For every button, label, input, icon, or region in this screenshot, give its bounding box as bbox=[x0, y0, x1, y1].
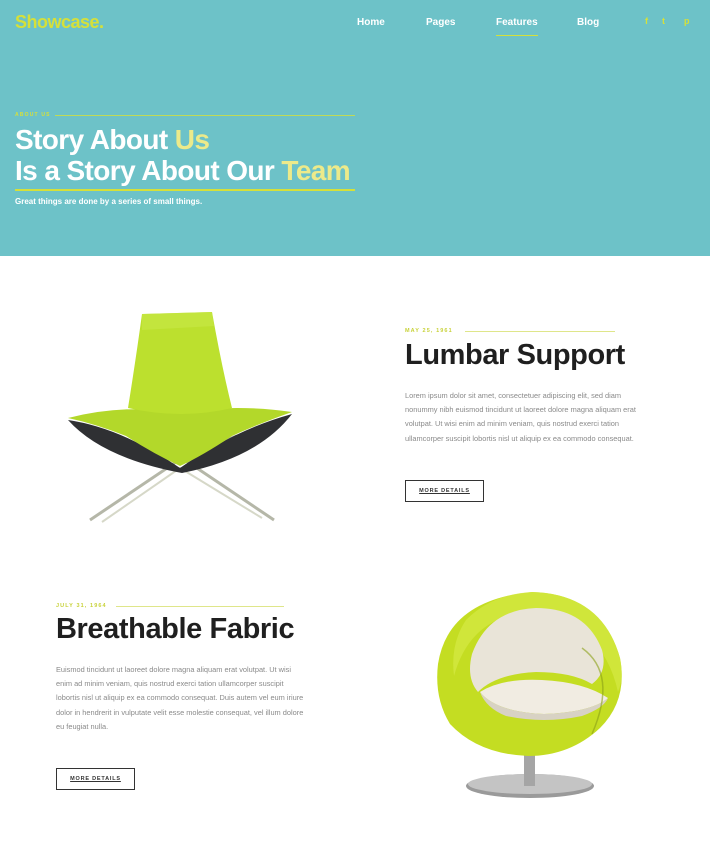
hero-eyebrow: ABOUT US bbox=[15, 112, 355, 120]
headline-underline bbox=[15, 189, 355, 191]
site-logo[interactable]: Showcase. bbox=[15, 12, 104, 33]
section2-date-rule bbox=[116, 606, 284, 607]
hero-banner: Showcase. Home Pages Features Blog f t p… bbox=[0, 0, 710, 256]
green-lounge-chair-image bbox=[68, 312, 292, 523]
section1-date-row: MAY 25, 1961 bbox=[405, 328, 615, 336]
section1-more-details-button[interactable]: MORE DETAILS bbox=[405, 480, 484, 502]
section1-date-rule bbox=[465, 331, 615, 332]
nav-home[interactable]: Home bbox=[357, 17, 385, 28]
hero-eyebrow-rule bbox=[55, 115, 355, 116]
facebook-icon[interactable]: f bbox=[645, 16, 648, 26]
headline-line2-start: Is a Story About Our bbox=[15, 155, 282, 186]
section1-title: Lumbar Support bbox=[405, 339, 625, 371]
section2-date-row: JULY 31, 1964 bbox=[56, 603, 284, 611]
headline-line1-start: Story About bbox=[15, 124, 175, 155]
nav-features[interactable]: Features bbox=[496, 17, 538, 36]
section2-more-details-button[interactable]: MORE DETAILS bbox=[56, 768, 135, 790]
section1-date: MAY 25, 1961 bbox=[405, 328, 453, 334]
nav-blog[interactable]: Blog bbox=[577, 17, 599, 28]
nav-pages[interactable]: Pages bbox=[426, 17, 455, 28]
section2-body: Euismod tincidunt ut laoreet dolore magn… bbox=[56, 665, 304, 731]
green-egg-chair-image bbox=[437, 592, 622, 798]
section2-title: Breathable Fabric bbox=[56, 613, 295, 645]
headline-line2-highlight: Team bbox=[281, 155, 351, 186]
section1-body: Lorem ipsum dolor sit amet, consectetuer… bbox=[405, 391, 636, 443]
twitter-icon[interactable]: t bbox=[662, 16, 665, 26]
section2-date: JULY 31, 1964 bbox=[56, 603, 107, 609]
hero-headline: Story About Us Is a Story About Our Team bbox=[15, 124, 351, 186]
headline-line1-highlight: Us bbox=[174, 124, 210, 155]
hero-tagline: Great things are done by a series of sma… bbox=[15, 197, 203, 206]
pinterest-icon[interactable]: p bbox=[684, 16, 690, 26]
hero-eyebrow-text: ABOUT US bbox=[15, 112, 51, 118]
